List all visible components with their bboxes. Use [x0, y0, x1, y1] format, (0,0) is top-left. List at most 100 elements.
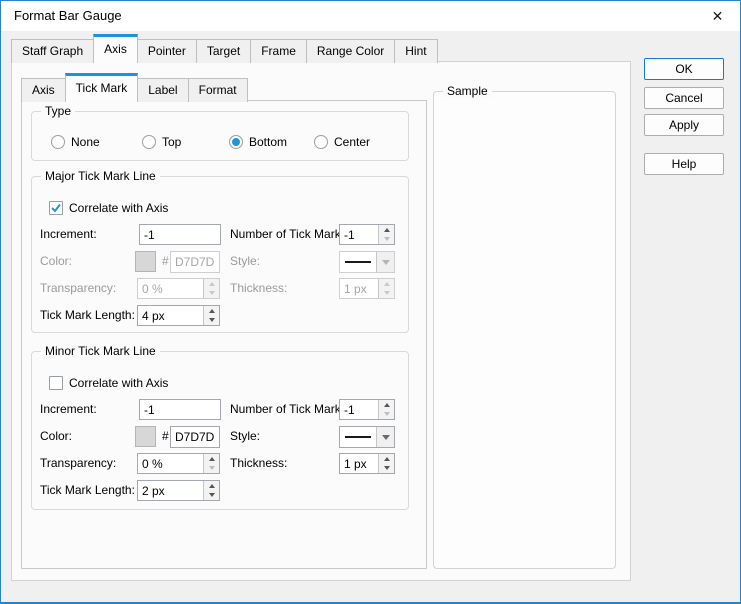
major-increment-input[interactable] — [140, 225, 220, 244]
minor-num-ticks-input[interactable] — [340, 400, 378, 419]
subtab-label[interactable]: Label — [137, 78, 189, 102]
close-icon[interactable]: ✕ — [695, 1, 740, 31]
radio-top[interactable]: Top — [142, 133, 181, 151]
sub-tab-bar: Axis Tick Mark Label Format — [21, 73, 248, 102]
apply-button[interactable]: Apply — [644, 114, 724, 136]
minor-tick-group-title: Minor Tick Mark Line — [41, 344, 160, 358]
radio-center[interactable]: Center — [314, 133, 370, 151]
major-style-dropdown — [339, 251, 395, 273]
help-button[interactable]: Help — [644, 153, 724, 175]
major-num-ticks-label: Number of Tick Marks: — [230, 227, 351, 241]
radio-none-label: None — [71, 135, 100, 149]
spin-down-icon[interactable] — [204, 464, 219, 474]
spin-up-icon[interactable] — [204, 306, 219, 316]
solid-line-icon — [340, 427, 376, 447]
major-increment-label: Increment: — [40, 227, 97, 241]
title-bar: Format Bar Gauge ✕ — [1, 1, 740, 31]
tab-staff-graph[interactable]: Staff Graph — [11, 39, 95, 63]
minor-thickness-spin-buttons — [378, 454, 394, 473]
minor-transparency-input[interactable] — [138, 454, 203, 473]
spin-down-icon — [204, 289, 219, 299]
subtab-tick-mark[interactable]: Tick Mark — [64, 73, 139, 102]
radio-top-label: Top — [162, 135, 182, 149]
minor-thickness-spinner — [339, 453, 395, 474]
major-style-label: Style: — [230, 254, 261, 268]
spin-down-icon[interactable] — [204, 316, 219, 326]
major-color-swatch — [135, 251, 156, 272]
major-tick-group: Major Tick Mark Line Correlate with Axis… — [31, 169, 409, 333]
chevron-down-icon[interactable] — [376, 427, 394, 447]
minor-transparency-spin-buttons — [203, 454, 219, 473]
minor-transparency-label: Transparency: — [40, 456, 117, 470]
major-length-spinner — [137, 305, 220, 326]
dialog-title: Format Bar Gauge — [14, 8, 122, 23]
tab-target[interactable]: Target — [195, 39, 252, 63]
minor-length-input[interactable] — [138, 481, 203, 500]
spin-up-icon — [379, 279, 394, 289]
tab-pointer[interactable]: Pointer — [136, 39, 197, 63]
spin-up-icon[interactable] — [379, 454, 394, 464]
tab-frame[interactable]: Frame — [250, 39, 307, 63]
radio-bottom[interactable]: Bottom — [229, 133, 287, 151]
chevron-down-icon — [376, 252, 394, 272]
minor-increment-label: Increment: — [40, 402, 97, 416]
spin-up-icon[interactable] — [204, 481, 219, 491]
radio-bottom-circle[interactable] — [229, 135, 243, 149]
minor-thickness-input[interactable] — [340, 454, 378, 473]
major-length-label: Tick Mark Length: — [40, 308, 135, 322]
radio-center-label: Center — [334, 135, 371, 149]
radio-top-circle[interactable] — [142, 135, 156, 149]
minor-color-hex-field — [170, 426, 220, 448]
major-length-input[interactable] — [138, 306, 203, 325]
major-thickness-spin-buttons — [378, 279, 394, 298]
tab-axis[interactable]: Axis — [93, 34, 138, 63]
tab-hint[interactable]: Hint — [394, 39, 438, 63]
check-icon — [51, 203, 61, 213]
subtab-format[interactable]: Format — [187, 78, 248, 102]
minor-color-swatch[interactable] — [135, 426, 156, 447]
spin-down-icon[interactable] — [379, 235, 394, 245]
spin-down-icon[interactable] — [204, 491, 219, 501]
major-correlate-label: Correlate with Axis — [69, 201, 169, 215]
major-num-ticks-spin-buttons — [378, 225, 394, 244]
radio-none[interactable]: None — [51, 133, 100, 151]
minor-num-ticks-spin-buttons — [378, 400, 394, 419]
minor-tick-group: Minor Tick Mark Line Correlate with Axis… — [31, 344, 409, 510]
minor-length-label: Tick Mark Length: — [40, 483, 135, 497]
major-thickness-input — [340, 279, 378, 298]
major-color-hex-input — [171, 252, 219, 272]
subtab-axis[interactable]: Axis — [21, 78, 66, 102]
major-color-hash: # — [162, 254, 169, 268]
major-increment-field — [139, 224, 221, 245]
minor-correlate-checkbox[interactable] — [49, 376, 63, 390]
minor-num-ticks-spinner — [339, 399, 395, 420]
spin-up-icon — [204, 279, 219, 289]
major-num-ticks-spinner — [339, 224, 395, 245]
major-length-spin-buttons — [203, 306, 219, 325]
main-tab-bar: Staff Graph Axis Pointer Target Frame Ra… — [11, 34, 438, 63]
major-num-ticks-input[interactable] — [340, 225, 378, 244]
spin-down-icon — [379, 289, 394, 299]
spin-up-icon[interactable] — [379, 400, 394, 410]
ok-button[interactable]: OK — [644, 58, 724, 80]
radio-none-circle[interactable] — [51, 135, 65, 149]
spin-down-icon[interactable] — [379, 464, 394, 474]
minor-color-label: Color: — [40, 429, 73, 443]
major-thickness-label: Thickness: — [230, 281, 288, 295]
spin-down-icon[interactable] — [379, 410, 394, 420]
major-transparency-input — [138, 279, 203, 298]
minor-correlate-label: Correlate with Axis — [69, 376, 169, 390]
minor-thickness-label: Thickness: — [230, 456, 288, 470]
major-correlate-checkbox[interactable] — [49, 201, 63, 215]
major-transparency-spin-buttons — [203, 279, 219, 298]
minor-color-hex-input[interactable] — [171, 427, 219, 447]
minor-increment-input[interactable] — [140, 400, 220, 419]
minor-length-spin-buttons — [203, 481, 219, 500]
tab-range-color[interactable]: Range Color — [305, 39, 396, 63]
cancel-button[interactable]: Cancel — [644, 87, 724, 109]
spin-up-icon[interactable] — [204, 454, 219, 464]
spin-up-icon[interactable] — [379, 225, 394, 235]
radio-center-circle[interactable] — [314, 135, 328, 149]
minor-style-dropdown[interactable] — [339, 426, 395, 448]
minor-transparency-spinner — [137, 453, 220, 474]
